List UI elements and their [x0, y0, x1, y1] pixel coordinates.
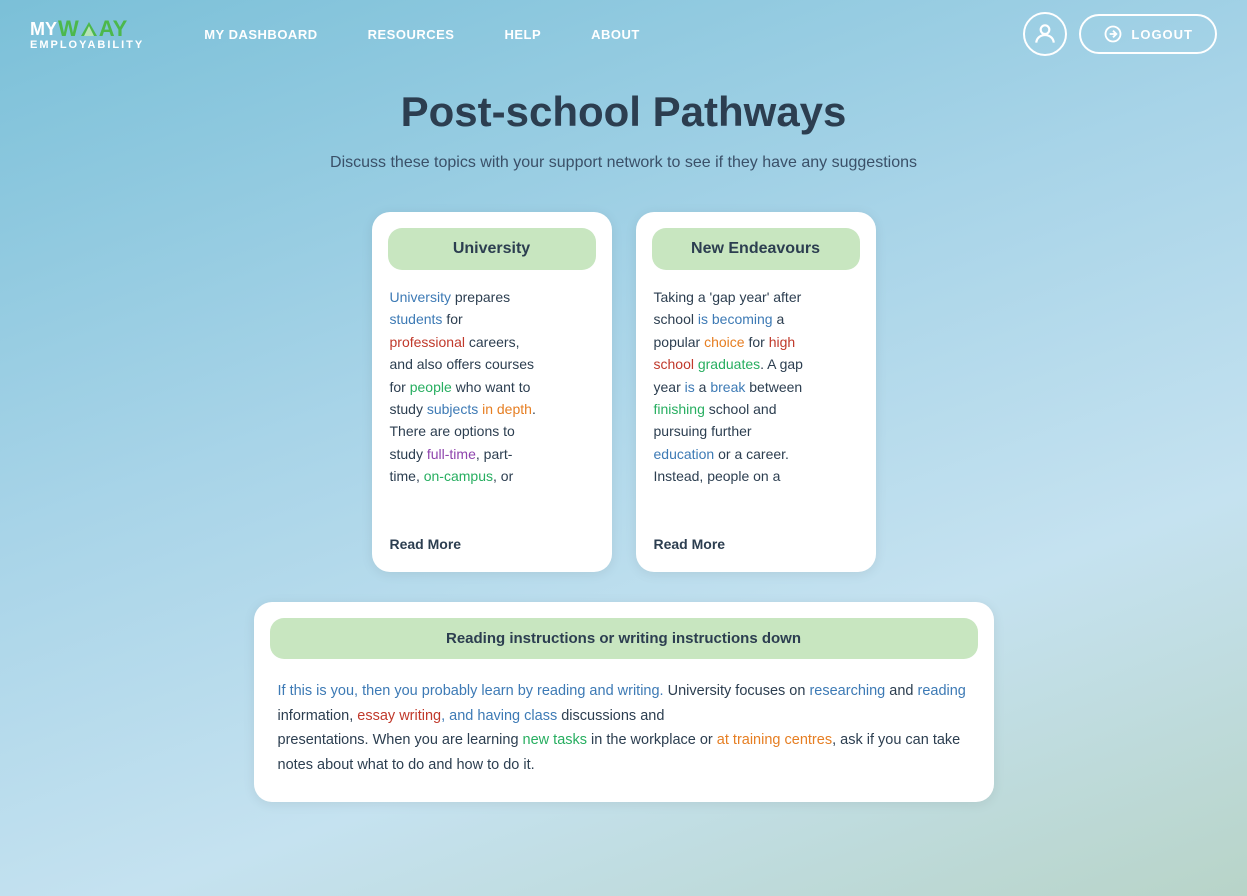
university-read-more[interactable]: Read More [372, 532, 612, 552]
logo-way: W [58, 18, 79, 40]
profile-button[interactable] [1023, 12, 1067, 56]
new-endeavours-card: New Endeavours Taking a 'gap year' after… [636, 212, 876, 572]
logout-icon [1103, 24, 1123, 44]
nav-help[interactable]: HELP [504, 27, 541, 42]
bottom-section: Reading instructions or writing instruct… [254, 602, 994, 802]
bottom-section-body: If this is you, then you probably learn … [254, 659, 994, 802]
new-endeavours-read-more[interactable]: Read More [636, 532, 876, 552]
logo-sub: EMPLOYABILITY [30, 40, 144, 51]
main-nav: MY DASHBOARD RESOURCES HELP ABOUT [204, 27, 1023, 42]
university-card-header: University [388, 228, 596, 270]
page-title: Post-school Pathways [401, 88, 847, 136]
logo-my: MY [30, 20, 57, 38]
university-card: University University prepares students … [372, 212, 612, 572]
mountain-icon [80, 20, 98, 38]
cards-row: University University prepares students … [174, 212, 1074, 572]
nav-dashboard[interactable]: MY DASHBOARD [204, 27, 317, 42]
university-card-body: University prepares students for profess… [372, 270, 612, 532]
new-endeavours-card-header: New Endeavours [652, 228, 860, 270]
logo: MY W AY EMPLOYABILITY [30, 18, 144, 51]
nav-resources[interactable]: RESOURCES [368, 27, 455, 42]
new-endeavours-card-body: Taking a 'gap year' after school is beco… [636, 270, 876, 532]
page-subtitle: Discuss these topics with your support n… [330, 154, 917, 172]
logo-ay: AY [99, 18, 128, 40]
logout-button[interactable]: LOGOUT [1079, 14, 1217, 54]
logout-label: LOGOUT [1131, 27, 1193, 42]
bottom-section-header: Reading instructions or writing instruct… [270, 618, 978, 659]
nav-about[interactable]: ABOUT [591, 27, 640, 42]
